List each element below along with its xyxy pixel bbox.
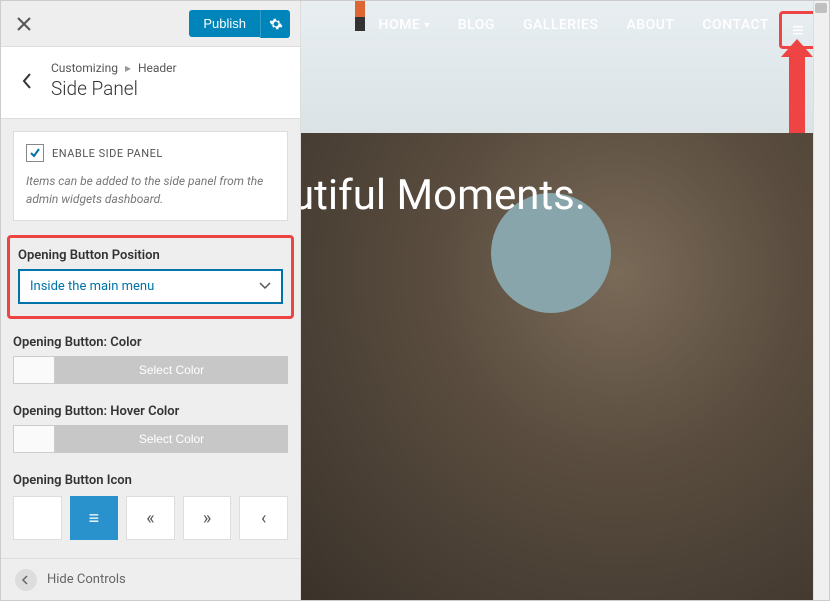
color-swatch[interactable]	[13, 356, 55, 384]
position-select[interactable]: Inside the main menu	[18, 269, 283, 304]
breadcrumb-wrap: Customizing ▸ Header Side Panel	[51, 61, 177, 100]
hover-row: Select Color	[13, 425, 288, 453]
icon-option-dright[interactable]: »	[183, 496, 232, 540]
breadcrumb: Customizing ▸ Header	[51, 61, 177, 75]
highlight-arrow	[789, 53, 805, 133]
hover-color-field: Opening Button: Hover Color Select Color	[13, 404, 288, 453]
icon-label: Opening Button Icon	[13, 473, 288, 488]
breadcrumb-section[interactable]: Header	[138, 61, 177, 75]
select-color-button[interactable]: Select Color	[55, 356, 288, 384]
bars-icon: ≡	[89, 508, 100, 529]
hover-swatch[interactable]	[13, 425, 55, 453]
publish-settings-button[interactable]	[260, 10, 290, 38]
nav-item-home[interactable]: HOME▾	[379, 17, 430, 33]
publish-wrap: Publish	[47, 1, 300, 46]
breadcrumb-root: Customizing	[51, 61, 118, 75]
hero-title: utiful Moments.	[301, 171, 586, 220]
select-hover-color-button[interactable]: Select Color	[55, 425, 288, 453]
person-graphic	[351, 1, 369, 33]
nav-item-blog[interactable]: BLOG	[458, 17, 495, 33]
enable-row: ENABLE SIDE PANEL	[26, 144, 275, 162]
enable-card: ENABLE SIDE PANEL Items can be added to …	[13, 131, 288, 221]
customizer-sidebar: Publish Customizing ▸ Header Side Panel	[1, 1, 301, 600]
main-menu: HOME▾ BLOG GALLERIES ABOUT CONTACT	[379, 17, 769, 33]
angle-left-icon: ‹	[261, 508, 266, 529]
position-value: Inside the main menu	[30, 279, 154, 294]
icon-options: ≡ « » ‹	[13, 496, 288, 540]
position-label: Opening Button Position	[18, 248, 283, 263]
scrollbar-thumb[interactable]	[815, 3, 827, 13]
color-field: Opening Button: Color Select Color	[13, 335, 288, 384]
gear-icon	[269, 17, 283, 31]
close-icon	[17, 17, 31, 31]
panel-header: Customizing ▸ Header Side Panel	[1, 47, 300, 119]
back-button[interactable]	[15, 69, 39, 93]
chevron-left-icon	[21, 72, 33, 90]
icon-option-bars[interactable]: ≡	[70, 496, 119, 540]
nav-label: HOME	[379, 17, 421, 33]
nav-item-galleries[interactable]: GALLERIES	[523, 17, 599, 33]
angle-double-left-icon: «	[146, 508, 154, 529]
enable-label: ENABLE SIDE PANEL	[52, 147, 163, 160]
breadcrumb-sep-icon: ▸	[125, 61, 131, 75]
enable-desc: Items can be added to the side panel fro…	[26, 172, 275, 208]
site-preview: HOME▾ BLOG GALLERIES ABOUT CONTACT ≡ uti…	[301, 1, 829, 600]
hide-controls-button[interactable]: Hide Controls	[1, 558, 300, 600]
hero-image	[301, 1, 829, 600]
position-highlight: Opening Button Position Inside the main …	[7, 235, 294, 319]
color-label: Opening Button: Color	[13, 335, 288, 350]
icon-field: Opening Button Icon ≡ « » ‹	[13, 473, 288, 540]
nav-item-about[interactable]: ABOUT	[626, 17, 674, 33]
nav-item-contact[interactable]: CONTACT	[702, 17, 769, 33]
icon-option-left[interactable]: ‹	[239, 496, 288, 540]
icon-option-blank[interactable]	[13, 496, 62, 540]
hide-controls-label: Hide Controls	[47, 572, 126, 587]
icon-option-dleft[interactable]: «	[126, 496, 175, 540]
enable-checkbox[interactable]	[26, 144, 44, 162]
vertical-scrollbar[interactable]	[813, 1, 829, 600]
panel-body: ENABLE SIDE PANEL Items can be added to …	[1, 119, 300, 558]
collapse-icon	[15, 569, 37, 591]
publish-button[interactable]: Publish	[189, 10, 260, 37]
chevron-down-icon	[259, 279, 271, 294]
hover-label: Opening Button: Hover Color	[13, 404, 288, 419]
page-title: Side Panel	[51, 77, 177, 100]
color-row: Select Color	[13, 356, 288, 384]
sidebar-topbar: Publish	[1, 1, 300, 47]
angle-double-right-icon: »	[203, 508, 211, 529]
chevron-down-icon: ▾	[424, 20, 430, 31]
check-icon	[29, 147, 41, 159]
close-customizer-button[interactable]	[1, 1, 47, 46]
